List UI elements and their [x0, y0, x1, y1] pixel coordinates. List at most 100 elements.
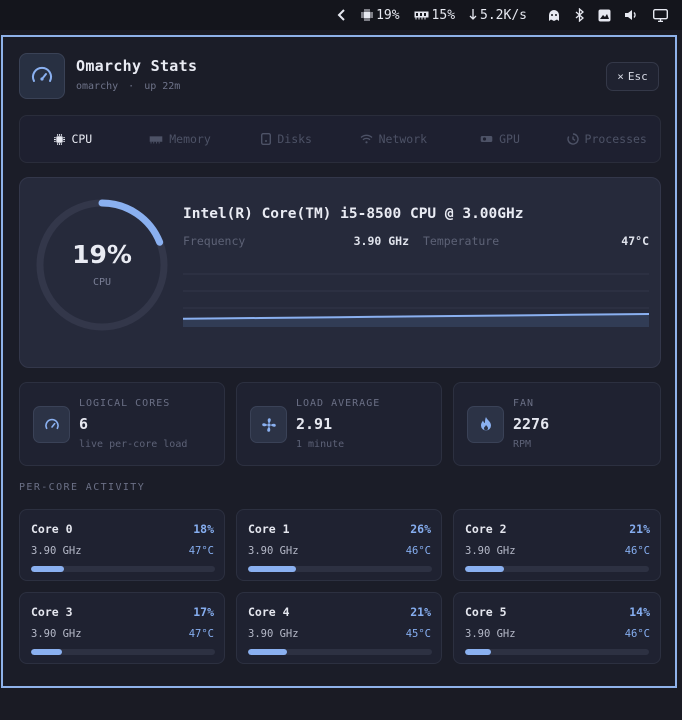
fan-icon: [261, 417, 276, 432]
cpu-usage-value: 19%: [72, 240, 132, 269]
close-button[interactable]: × Esc: [606, 62, 659, 91]
core-card: Core 4 21% 3.90 GHz 45°C: [236, 592, 442, 664]
core-name: Core 3: [31, 605, 73, 619]
window-header: Omarchy Stats omarchy · up 22m × Esc: [19, 53, 659, 101]
tab-label: Network: [378, 132, 428, 146]
core-temperature: 47°C: [188, 628, 214, 640]
network-indicator-value: 5.2K/s: [480, 7, 527, 23]
cpu-overview-card: 19% CPU Intel(R) Core(TM) i5-8500 CPU @ …: [19, 177, 661, 368]
core-name: Core 1: [248, 522, 290, 536]
bluetooth-tray[interactable]: [575, 8, 584, 22]
core-load-bar: [31, 649, 215, 655]
core-load-bar: [465, 649, 649, 655]
memory-icon: [149, 135, 163, 144]
logical-cores-card: LOGICAL CORES 6 live per-core load: [19, 382, 225, 466]
core-load-fill: [248, 566, 296, 572]
core-frequency: 3.90 GHz: [465, 545, 516, 557]
back-chevron[interactable]: [337, 8, 347, 22]
info-label: FAN: [513, 398, 535, 409]
core-temperature: 46°C: [624, 545, 650, 557]
core-temperature: 45°C: [405, 628, 431, 640]
core-frequency: 3.90 GHz: [248, 545, 299, 557]
flame-icon: [480, 417, 491, 431]
core-load-bar: [248, 566, 432, 572]
app-logo: [19, 53, 65, 99]
display-tray[interactable]: [653, 8, 668, 22]
cpu-history-chart: [183, 273, 649, 327]
core-load-bar: [465, 566, 649, 572]
temperature-label: Temperature: [423, 234, 500, 248]
uptime: up 22m: [144, 81, 181, 92]
frequency-value: 3.90 GHz: [353, 234, 409, 248]
core-load-percent: 14%: [629, 605, 650, 619]
close-button-label: Esc: [627, 70, 648, 83]
volume-tray[interactable]: [625, 9, 639, 21]
core-load-percent: 17%: [193, 605, 214, 619]
memory-indicator[interactable]: 15%: [414, 8, 455, 23]
core-frequency: 3.90 GHz: [248, 628, 299, 640]
tab-label: GPU: [499, 132, 520, 146]
core-load-fill: [31, 649, 63, 655]
hostname: omarchy: [76, 81, 119, 92]
core-temperature: 46°C: [405, 545, 431, 557]
cpu-indicator-value: 19%: [376, 7, 400, 23]
cpu-indicator[interactable]: 19%: [361, 7, 400, 23]
cpu-usage-label: CPU: [92, 277, 112, 288]
tab-processes[interactable]: Processes: [553, 132, 660, 146]
core-load-bar: [31, 566, 215, 572]
info-value: 2276: [513, 415, 550, 433]
core-load-bar: [248, 649, 432, 655]
speedometer-icon: [44, 418, 59, 429]
tab-label: Processes: [584, 132, 647, 146]
memory-indicator-value: 15%: [431, 7, 456, 23]
core-load-fill: [31, 566, 65, 572]
core-load-fill: [465, 649, 491, 655]
info-label: LOAD AVERAGE: [296, 398, 381, 409]
image-icon: [598, 9, 611, 21]
temperature-value: 47°C: [621, 234, 649, 248]
arrow-down-icon: [469, 9, 477, 20]
core-card: Core 3 17% 3.90 GHz 47°C: [19, 592, 225, 664]
tab-memory[interactable]: Memory: [127, 132, 234, 146]
core-card: Core 1 26% 3.90 GHz 46°C: [236, 509, 442, 581]
core-load-percent: 21%: [629, 522, 650, 536]
info-value: 2.91: [296, 415, 333, 433]
monitor-icon: [653, 8, 668, 22]
info-subtext: live per-core load: [79, 439, 188, 450]
chip-icon: [361, 9, 374, 21]
tab-label: Disks: [277, 132, 312, 146]
ghost-tray[interactable]: [547, 9, 561, 22]
core-card: Core 2 21% 3.90 GHz 46°C: [453, 509, 661, 581]
core-load-fill: [465, 566, 504, 572]
info-icon-box: [250, 406, 287, 443]
frequency-label: Frequency: [183, 234, 246, 248]
tab-gpu[interactable]: GPU: [447, 132, 554, 146]
speedometer-icon: [32, 66, 52, 82]
core-load-percent: 26%: [410, 522, 431, 536]
tab-label: Memory: [169, 132, 211, 146]
wifi-icon: [360, 134, 373, 144]
load-average-card: LOAD AVERAGE 2.91 1 minute: [236, 382, 442, 466]
close-icon: ×: [617, 70, 624, 83]
system-top-bar: 19% 15% 5.2K/s: [0, 0, 682, 30]
screen-tray[interactable]: [598, 9, 611, 22]
info-label: LOGICAL CORES: [79, 398, 171, 409]
core-load-fill: [248, 649, 287, 655]
core-frequency: 3.90 GHz: [465, 628, 516, 640]
info-icon-box: [33, 406, 70, 443]
tab-network[interactable]: Network: [340, 132, 447, 146]
processes-icon: [566, 133, 579, 145]
network-indicator[interactable]: 5.2K/s: [469, 8, 527, 23]
app-title: Omarchy Stats: [76, 57, 198, 75]
volume-icon: [625, 10, 636, 20]
cpu-model-name: Intel(R) Core(TM) i5-8500 CPU @ 3.00GHz: [183, 206, 524, 222]
info-value: 6: [79, 415, 89, 433]
tab-label: CPU: [71, 132, 93, 146]
info-subtext: RPM: [513, 439, 532, 450]
core-card: Core 5 14% 3.90 GHz 46°C: [453, 592, 661, 664]
tab-disks[interactable]: Disks: [233, 132, 340, 146]
info-icon-box: [467, 406, 504, 443]
core-temperature: 46°C: [624, 628, 650, 640]
disk-icon: [261, 133, 272, 145]
tab-cpu[interactable]: CPU: [20, 132, 127, 146]
